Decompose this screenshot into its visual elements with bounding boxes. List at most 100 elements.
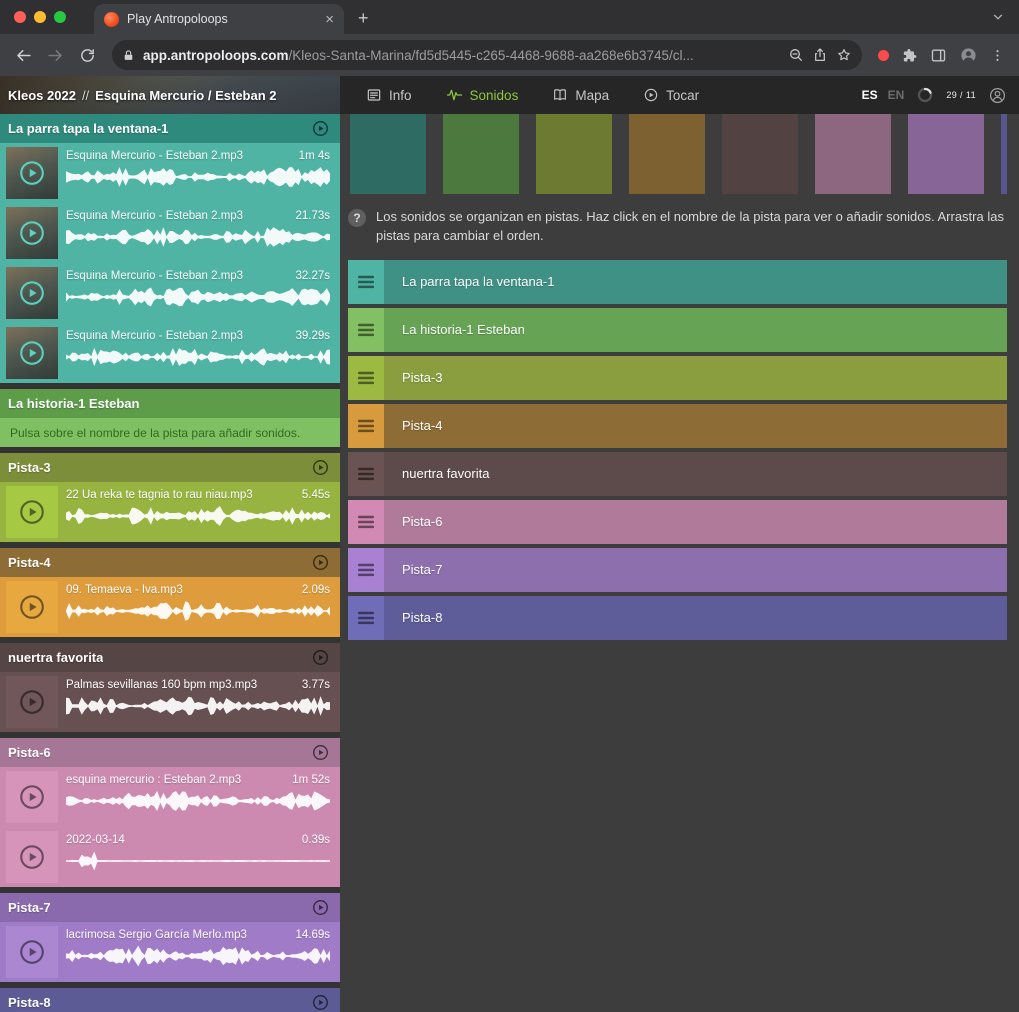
play-circle-icon [311, 993, 330, 1012]
tab-mapa[interactable]: Mapa [552, 87, 609, 103]
play-track-button[interactable] [311, 648, 330, 667]
lang-en[interactable]: EN [888, 88, 905, 102]
close-window-button[interactable] [14, 11, 26, 23]
recording-indicator-icon[interactable] [878, 50, 889, 61]
audio-clip[interactable]: Esquina Mercurio - Esteban 2.mp321.73s [0, 203, 340, 263]
track-section-header[interactable]: Pista-7 [0, 893, 340, 922]
audio-clip[interactable]: 2022-03-140.39s [0, 827, 340, 887]
audio-clip[interactable]: Esquina Mercurio - Esteban 2.mp31m 4s [0, 143, 340, 203]
track-row[interactable]: Pista-6 [348, 500, 1007, 544]
play-track-button[interactable] [311, 993, 330, 1012]
forward-button[interactable] [40, 40, 70, 70]
track-section-header[interactable]: La historia-1 Esteban [0, 389, 340, 418]
track-section-header[interactable]: Pista-3 [0, 453, 340, 482]
track-name-bar[interactable]: Pista-6 [384, 500, 1007, 544]
project-breadcrumb[interactable]: Kleos 2022 // Esquina Mercurio / Esteban… [0, 76, 340, 114]
play-track-button[interactable] [311, 898, 330, 917]
address-bar[interactable]: app.antropoloops.com/Kleos-Santa-Marina/… [112, 40, 862, 70]
audio-clip[interactable]: Palmas sevillanas 160 bpm mp3.mp33.77s [0, 672, 340, 732]
clip-thumbnail[interactable] [6, 147, 58, 199]
track-row[interactable]: Pista-8 [348, 596, 1007, 640]
track-color-swatch[interactable] [536, 114, 612, 194]
tab-info[interactable]: Info [366, 87, 412, 103]
track-row[interactable]: La historia-1 Esteban [348, 308, 1007, 352]
zoom-window-button[interactable] [54, 11, 66, 23]
clip-thumbnail[interactable] [6, 676, 58, 728]
clip-duration: 3.77s [302, 679, 330, 691]
zoom-indicator-icon[interactable] [788, 47, 804, 63]
clip-thumbnail[interactable] [6, 327, 58, 379]
audio-clip[interactable]: 22 Ua reka te tagnia to rau niau.mp35.45… [0, 482, 340, 542]
audio-clip[interactable]: 09. Temaeva - Iva.mp32.09s [0, 577, 340, 637]
clip-thumbnail[interactable] [6, 831, 58, 883]
account-icon[interactable] [988, 86, 1007, 105]
extensions-puzzle-icon[interactable] [901, 47, 918, 64]
play-track-button[interactable] [311, 743, 330, 762]
track-section-header[interactable]: Pista-4 [0, 548, 340, 577]
share-icon[interactable] [812, 47, 828, 63]
profile-avatar-icon[interactable] [959, 46, 978, 65]
track-color-swatch[interactable] [908, 114, 984, 194]
track-color-swatch[interactable] [629, 114, 705, 194]
audio-clip[interactable]: esquina mercurio : Esteban 2.mp31m 52s [0, 767, 340, 827]
track-section-header[interactable]: Pista-6 [0, 738, 340, 767]
back-button[interactable] [8, 40, 38, 70]
minimize-window-button[interactable] [34, 11, 46, 23]
clip-thumbnail[interactable] [6, 926, 58, 978]
track-name-bar[interactable]: nuertra favorita [384, 452, 1007, 496]
track-section-header[interactable]: nuertra favorita [0, 643, 340, 672]
track-color-swatch[interactable] [815, 114, 891, 194]
track-color-swatch[interactable] [443, 114, 519, 194]
drag-handle[interactable] [348, 548, 384, 592]
reload-button[interactable] [72, 40, 102, 70]
track-row[interactable]: Pista-4 [348, 404, 1007, 448]
play-track-button[interactable] [311, 458, 330, 477]
drag-handle[interactable] [348, 596, 384, 640]
drag-handle[interactable] [348, 308, 384, 352]
tab-tocar[interactable]: Tocar [643, 87, 699, 103]
clip-thumbnail[interactable] [6, 486, 58, 538]
tab-close-icon[interactable]: × [325, 12, 334, 27]
drag-handle[interactable] [348, 260, 384, 304]
drag-handle[interactable] [348, 500, 384, 544]
track-color-swatch[interactable] [1001, 114, 1007, 194]
track-color-swatch[interactable] [350, 114, 426, 194]
audio-clip[interactable]: Esquina Mercurio - Esteban 2.mp339.29s [0, 323, 340, 383]
track-name-bar[interactable]: Pista-4 [384, 404, 1007, 448]
track-section-header[interactable]: La parra tapa la ventana-1 [0, 114, 340, 143]
track-name-bar[interactable]: La parra tapa la ventana-1 [384, 260, 1007, 304]
track-section-header[interactable]: Pista-8 [0, 988, 340, 1012]
track-row[interactable]: La parra tapa la ventana-1 [348, 260, 1007, 304]
header-controls: ESEN 29 / 11 [862, 86, 1019, 105]
browser-tab[interactable]: Play Antropoloops × [94, 4, 344, 34]
browser-menu-icon[interactable] [990, 47, 1005, 64]
track-name-bar[interactable]: Pista-8 [384, 596, 1007, 640]
drag-handle[interactable] [348, 404, 384, 448]
track-row[interactable]: Pista-7 [348, 548, 1007, 592]
bookmark-star-icon[interactable] [836, 47, 852, 63]
audio-clip[interactable]: Esquina Mercurio - Esteban 2.mp332.27s [0, 263, 340, 323]
lang-es[interactable]: ES [862, 88, 878, 102]
track-name-bar[interactable]: Pista-7 [384, 548, 1007, 592]
audio-clip[interactable]: lacrimosa Sergio García Merlo.mp314.69s [0, 922, 340, 982]
clip-thumbnail[interactable] [6, 581, 58, 633]
tab-list-chevron-icon[interactable] [991, 10, 1005, 24]
clip-thumbnail[interactable] [6, 771, 58, 823]
play-circle-icon [311, 898, 330, 917]
track-section: Pista-7 lacrimosa Sergio García Merlo.mp… [0, 893, 340, 982]
track-row[interactable]: Pista-3 [348, 356, 1007, 400]
tab-sonidos[interactable]: Sonidos [446, 87, 519, 103]
play-track-button[interactable] [311, 119, 330, 138]
track-name-bar[interactable]: La historia-1 Esteban [384, 308, 1007, 352]
play-track-button[interactable] [311, 553, 330, 572]
clip-thumbnail[interactable] [6, 207, 58, 259]
track-name-bar[interactable]: Pista-3 [384, 356, 1007, 400]
clip-thumbnail[interactable] [6, 267, 58, 319]
new-tab-button[interactable]: + [358, 8, 369, 29]
drag-handle[interactable] [348, 356, 384, 400]
side-panel-icon[interactable] [930, 47, 947, 64]
drag-handle[interactable] [348, 452, 384, 496]
clip-duration: 0.39s [302, 834, 330, 846]
track-color-swatch[interactable] [722, 114, 798, 194]
track-row[interactable]: nuertra favorita [348, 452, 1007, 496]
